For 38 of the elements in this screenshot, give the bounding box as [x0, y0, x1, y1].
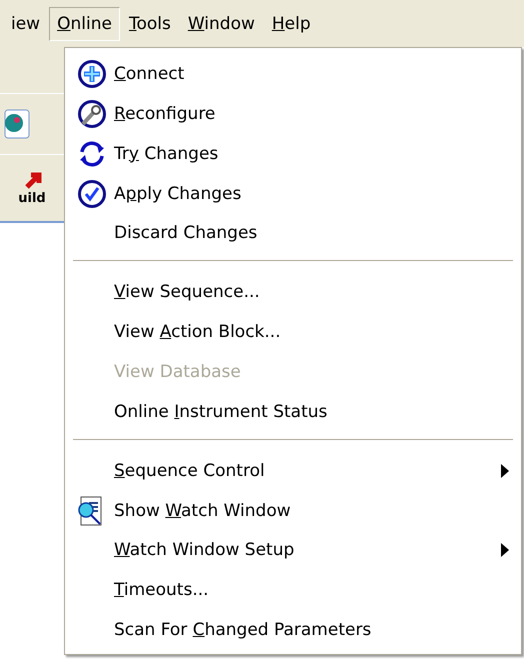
menu-item-label: View Database [114, 362, 242, 382]
menu-item[interactable]: Timeouts... [73, 570, 513, 610]
menu-item-label: Timeouts... [114, 580, 210, 600]
menu-item-label: Online Instrument Status [114, 402, 328, 422]
menu-item[interactable]: Scan For Changed Parameters [73, 610, 513, 650]
menu-item[interactable]: Try Changes [73, 134, 513, 174]
menu-item[interactable]: Discard Changes [73, 213, 513, 254]
menu-item-label: Scan For Changed Parameters [114, 620, 372, 640]
menu-bar-item[interactable]: Tools [120, 6, 179, 40]
menu-item-label: Discard Changes [114, 223, 258, 244]
menu-item-label: Sequence Control [114, 460, 266, 481]
menu-item-label: Show Watch Window [114, 500, 292, 521]
menu-item[interactable]: Show Watch Window [73, 490, 513, 530]
checkmark-circle-icon [77, 178, 107, 208]
menu-item-label: Watch Window Setup [114, 540, 296, 560]
menu-bar-item[interactable]: Online [49, 6, 120, 40]
menu-item[interactable]: View Action Block... [73, 312, 513, 352]
menu-item-label: View Sequence... [114, 282, 261, 302]
menu-item[interactable]: View Sequence... [73, 272, 513, 312]
menu-item-label: Connect [114, 64, 186, 84]
menu-item-label: View Action Block... [114, 322, 282, 342]
plus-circle-icon [77, 58, 107, 89]
menu-bar-item[interactable]: Help [264, 6, 319, 40]
wrench-icon [77, 98, 107, 129]
menu-item[interactable]: Online Instrument Status [73, 392, 513, 432]
magnifier-document-icon [77, 496, 103, 526]
menu-bar-item[interactable]: iew [3, 6, 48, 40]
menu-item[interactable]: Apply Changes [73, 174, 513, 214]
menu-bar-item[interactable]: Window [180, 6, 263, 40]
menu-item[interactable]: Sequence Control [73, 450, 513, 491]
menu-item-label: Reconfigure [114, 104, 216, 124]
menu-item-label: Apply Changes [114, 184, 242, 204]
toolbar-label: uild [18, 190, 46, 206]
menu-item[interactable]: Reconfigure [73, 94, 513, 134]
toolbar-icon[interactable] [4, 109, 30, 139]
menu-item[interactable]: Watch Window Setup [73, 530, 513, 570]
menu-item-label: Try Changes [114, 144, 220, 164]
menu-item[interactable]: Connect [73, 54, 513, 94]
